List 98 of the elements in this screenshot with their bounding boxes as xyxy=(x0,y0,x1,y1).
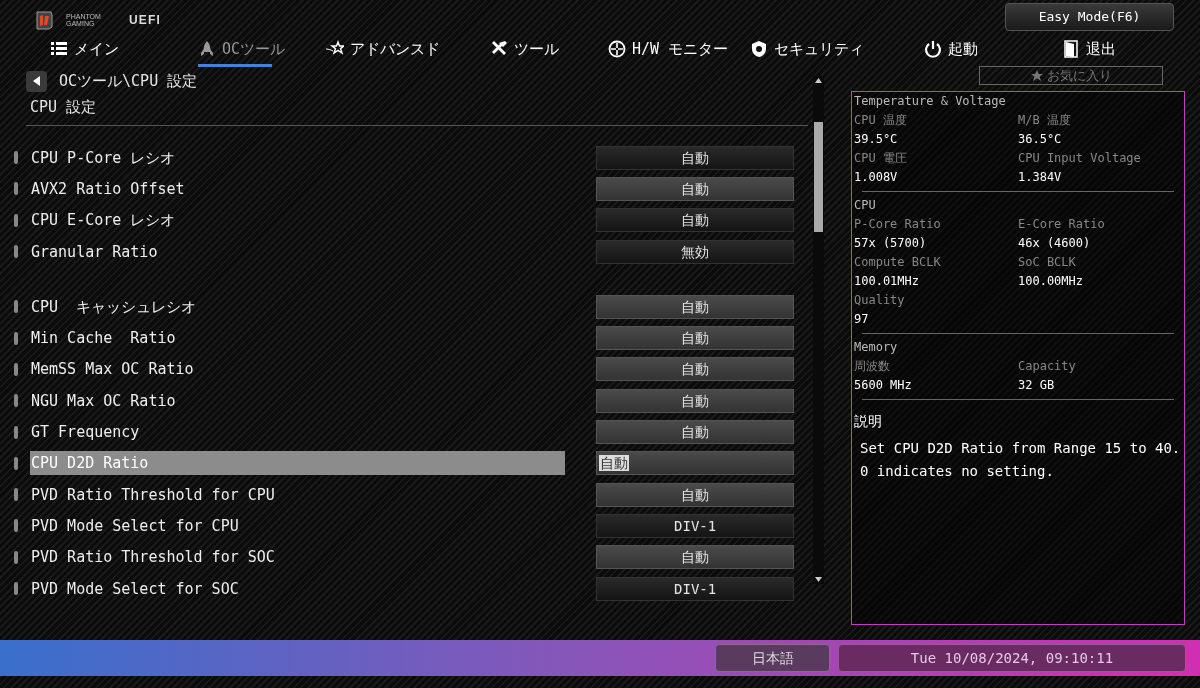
row-marker xyxy=(14,245,18,259)
date-time: Tue 10/08/2024, 09:10:11 xyxy=(838,644,1186,672)
value-field[interactable]: 自動 xyxy=(596,420,794,444)
info-value: 1.384V xyxy=(1018,169,1062,186)
setting-label[interactable]: AVX2 Ratio Offset xyxy=(30,176,566,201)
description-heading: 説明 xyxy=(854,412,883,431)
setting-label[interactable]: PVD Mode Select for CPU xyxy=(30,513,566,538)
breadcrumb: OCツール\CPU 設定 xyxy=(59,70,198,92)
favorites-button[interactable]: お気に入り xyxy=(979,66,1163,85)
info-value: 97 xyxy=(854,311,869,328)
row-marker xyxy=(14,425,18,439)
setting-label[interactable]: NGU Max OC Ratio xyxy=(30,388,566,413)
value-field[interactable]: 自動 xyxy=(596,482,794,507)
setting-label[interactable]: GT Frequency xyxy=(30,420,566,444)
row-marker xyxy=(14,300,18,314)
crosshair-icon xyxy=(608,40,626,58)
shield-icon xyxy=(750,40,768,58)
setting-label[interactable]: PVD Mode Select for SOC xyxy=(30,576,566,601)
setting-label[interactable]: PVD Ratio Threshold for CPU xyxy=(30,482,566,507)
list-icon xyxy=(50,40,68,58)
setting-label[interactable]: PVD Ratio Threshold for SOC xyxy=(30,545,566,570)
info-value: 36.5°C xyxy=(1018,131,1062,148)
value-dropdown[interactable]: 無効 xyxy=(596,239,794,264)
scroll-up-icon[interactable] xyxy=(815,78,822,83)
row-marker xyxy=(14,394,18,408)
value-dropdown[interactable]: 自動 xyxy=(596,145,794,170)
star-icon xyxy=(1030,69,1043,82)
value-field[interactable]: 自動 xyxy=(596,176,794,201)
value-dropdown[interactable]: DIV-1 xyxy=(596,576,794,601)
nav-tab[interactable]: ツール xyxy=(490,33,608,65)
description-text: Set CPU D2D Ratio from Range 15 to 40. 0 indicates no setting. xyxy=(859,439,1182,481)
value-field[interactable]: 自動 xyxy=(596,326,794,351)
value-dropdown[interactable]: DIV-1 xyxy=(596,513,794,538)
value-field[interactable]: 自動 xyxy=(596,451,794,476)
info-value: 57x (5700) xyxy=(854,235,927,252)
setting-label[interactable]: CPU E-Core レシオ xyxy=(30,208,566,233)
info-label: Compute BCLK xyxy=(854,254,941,271)
row-marker xyxy=(14,488,18,502)
info-label: CPU 温度 xyxy=(854,112,907,129)
back-button[interactable] xyxy=(26,70,47,92)
row-marker xyxy=(14,213,18,227)
rocket-icon xyxy=(198,40,216,58)
nav-tab[interactable]: メイン xyxy=(50,33,198,65)
setting-label[interactable]: Granular Ratio xyxy=(30,239,566,264)
value-field[interactable]: 自動 xyxy=(596,388,794,413)
language-button[interactable]: 日本語 xyxy=(715,644,830,672)
info-label: P-Core Ratio xyxy=(854,216,941,233)
row-marker xyxy=(14,362,18,376)
nav-tab[interactable]: アドバンスド xyxy=(326,33,490,65)
nav-tab[interactable]: セキュリティ xyxy=(750,33,924,65)
tools-icon xyxy=(490,40,508,58)
info-label: CPU 電圧 xyxy=(854,150,907,167)
product-name: UEFI xyxy=(128,12,161,29)
info-label: CPU Input Voltage xyxy=(1018,150,1141,167)
setting-label[interactable]: MemSS Max OC Ratio xyxy=(30,357,566,382)
nav-tab[interactable]: H/W モニター xyxy=(608,33,750,65)
info-value: 100.01MHz xyxy=(854,273,920,290)
value-field[interactable]: 自動 xyxy=(596,357,794,382)
value-field[interactable]: 自動 xyxy=(596,545,794,570)
row-marker xyxy=(14,151,18,165)
info-value: 46x (4600) xyxy=(1018,235,1091,252)
row-marker xyxy=(14,582,18,595)
row-marker xyxy=(14,182,18,196)
info-value: 39.5°C xyxy=(854,131,898,148)
row-marker xyxy=(14,519,18,533)
power-icon xyxy=(924,40,942,58)
row-marker xyxy=(14,456,18,470)
nav-tab[interactable]: OCツール xyxy=(198,33,326,65)
info-value: 100.00MHz xyxy=(1018,273,1084,290)
section-heading: Temperature & Voltage xyxy=(854,93,1007,110)
info-label: 周波数 xyxy=(854,358,890,375)
easy-mode-button[interactable]: Easy Mode(F6) xyxy=(1005,3,1174,31)
info-label: M/B 温度 xyxy=(1018,112,1071,129)
info-label: E-Core Ratio xyxy=(1018,216,1105,233)
value-field[interactable]: 自動 xyxy=(596,294,794,319)
section-heading: CPU xyxy=(854,197,877,214)
section-title: CPU 設定 xyxy=(29,97,98,118)
info-label: Capacity xyxy=(1018,358,1076,375)
back-arrow-icon xyxy=(32,76,41,86)
scroll-thumb[interactable] xyxy=(814,122,823,232)
logo-icon xyxy=(34,10,54,30)
section-heading: Memory xyxy=(854,339,899,356)
setting-label[interactable]: Min Cache Ratio xyxy=(30,326,566,351)
info-value: 32 GB xyxy=(1018,377,1055,394)
row-marker xyxy=(14,550,18,564)
info-label: Quality xyxy=(854,292,905,309)
scrollbar[interactable] xyxy=(813,76,824,584)
door-icon xyxy=(1062,40,1080,58)
nav-tab[interactable]: 退出 xyxy=(1062,33,1162,65)
row-marker xyxy=(14,331,18,345)
setting-label[interactable]: CPU キャッシュレシオ xyxy=(30,294,566,319)
info-label: SoC BCLK xyxy=(1018,254,1076,271)
info-value: 1.008V xyxy=(854,169,898,186)
nav-tab[interactable]: 起動 xyxy=(924,33,1062,65)
value-dropdown[interactable]: 自動 xyxy=(596,208,794,233)
setting-label[interactable]: CPU P-Core レシオ xyxy=(30,145,566,170)
info-value: 5600 MHz xyxy=(854,377,912,394)
scroll-down-icon[interactable] xyxy=(815,577,822,582)
